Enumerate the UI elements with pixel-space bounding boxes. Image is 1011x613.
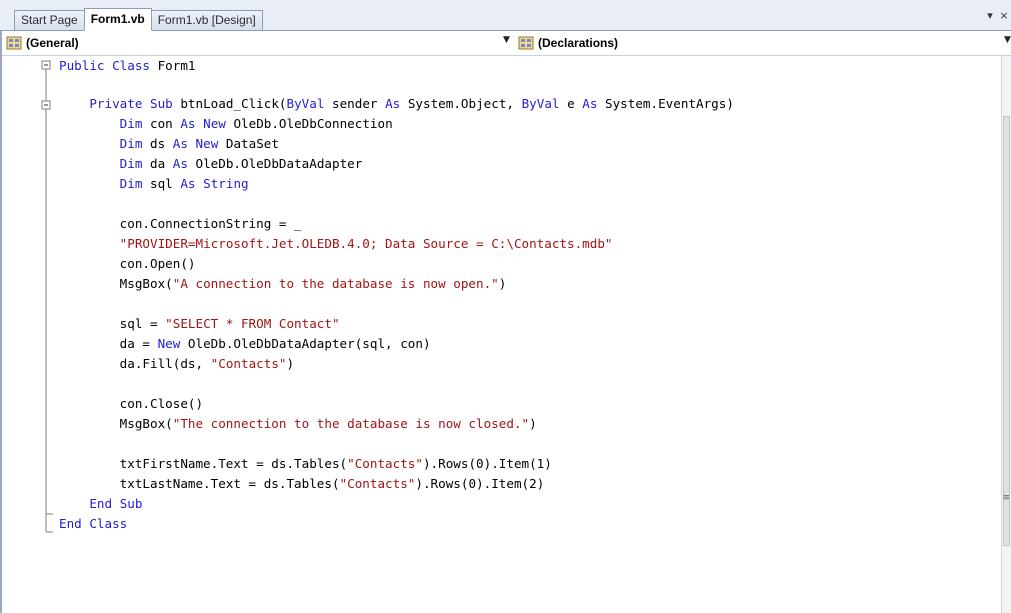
tab-start-page[interactable]: Start Page xyxy=(14,10,85,30)
code-line[interactable]: con.ConnectionString = _ xyxy=(59,214,302,234)
tab-form1-vb[interactable]: Form1.vb xyxy=(83,8,152,31)
class-icon xyxy=(6,36,22,50)
code-outline-margin xyxy=(41,60,53,533)
scrollbar-grip-icon: ≡ xyxy=(1002,493,1010,503)
tab-form1-vb-design[interactable]: Form1.vb [Design] xyxy=(150,10,263,30)
navigation-bar: (General) ▼ (Declarations) ▼ xyxy=(2,31,1011,56)
code-editor-frame: (General) ▼ (Declarations) ▼ Public Clas… xyxy=(0,31,1011,613)
code-editor[interactable]: Public Class Form1 Private Sub btnLoad_C… xyxy=(2,56,1011,613)
declarations-icon xyxy=(518,36,534,50)
code-line[interactable]: txtFirstName.Text = ds.Tables("Contacts"… xyxy=(59,454,552,474)
code-line[interactable]: sql = "SELECT * FROM Contact" xyxy=(59,314,340,334)
code-line[interactable]: txtLastName.Text = ds.Tables("Contacts")… xyxy=(59,474,545,494)
object-dropdown-arrow-icon[interactable]: ▼ xyxy=(503,35,510,45)
member-dropdown-arrow-icon[interactable]: ▼ xyxy=(1004,35,1011,45)
code-line[interactable]: da.Fill(ds, "Contacts") xyxy=(59,354,294,374)
code-line[interactable]: Dim con As New OleDb.OleDbConnection xyxy=(59,114,393,134)
code-line[interactable]: Dim da As OleDb.OleDbDataAdapter xyxy=(59,154,363,174)
code-line[interactable]: "PROVIDER=Microsoft.Jet.OLEDB.4.0; Data … xyxy=(59,234,613,254)
code-line[interactable]: Dim sql As String xyxy=(59,174,249,194)
code-line[interactable]: End Sub xyxy=(59,494,142,514)
code-line[interactable]: con.Open() xyxy=(59,254,196,274)
window-position-icon[interactable]: ▾ xyxy=(985,9,995,23)
scrollbar-thumb[interactable] xyxy=(1003,116,1010,546)
vertical-scrollbar[interactable]: ≡ xyxy=(1001,56,1011,613)
code-line[interactable]: End Class xyxy=(59,514,127,534)
document-tabstrip: Start Page Form1.vb Form1.vb [Design] ▾ × xyxy=(0,0,1011,31)
code-line[interactable]: Public Class Form1 xyxy=(59,56,196,76)
object-combobox-value: (General) xyxy=(26,36,79,50)
member-combobox-value: (Declarations) xyxy=(538,36,619,50)
document-tabs: Start Page Form1.vb Form1.vb [Design] xyxy=(14,8,263,31)
member-combobox[interactable]: (Declarations) xyxy=(518,34,998,52)
close-icon[interactable]: × xyxy=(999,9,1009,23)
code-line[interactable]: Private Sub btnLoad_Click(ByVal sender A… xyxy=(59,94,734,114)
code-line[interactable]: MsgBox("A connection to the database is … xyxy=(59,274,507,294)
code-line[interactable]: Dim ds As New DataSet xyxy=(59,134,279,154)
code-line[interactable]: MsgBox("The connection to the database i… xyxy=(59,414,537,434)
object-combobox[interactable]: (General) xyxy=(6,34,506,52)
code-line[interactable]: con.Close() xyxy=(59,394,203,414)
code-line[interactable]: da = New OleDb.OleDbDataAdapter(sql, con… xyxy=(59,334,431,354)
